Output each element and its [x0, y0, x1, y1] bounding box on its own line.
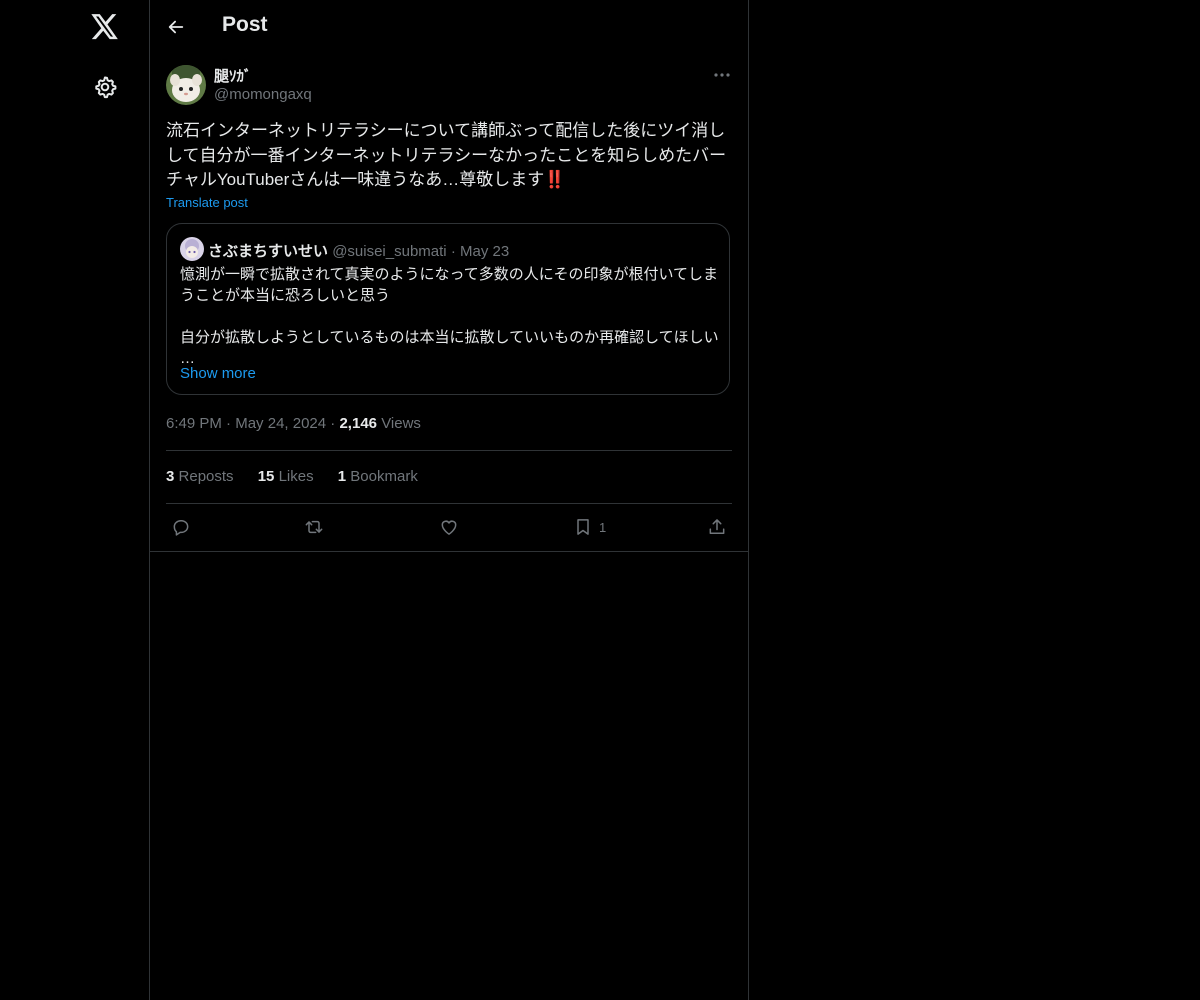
bookmark-count: 1 — [599, 519, 607, 535]
likes-label: Likes — [278, 468, 314, 485]
like-button[interactable] — [439, 516, 459, 538]
post-metadata: 6:49 PM · May 24, 2024 · 2,146 Views — [166, 415, 421, 432]
x-logo-icon[interactable] — [89, 11, 121, 43]
bookmarks-label: Bookmark — [350, 468, 418, 485]
share-icon — [709, 519, 725, 534]
author-avatar[interactable] — [166, 65, 206, 105]
quote-author-avatar — [180, 237, 204, 261]
quote-text: 憶測が一瞬で拡散されて真実のようになって多数の人にその印象が根付いてしまうことが… — [180, 266, 719, 367]
author-name[interactable]: 腿ｿｶﾞ — [214, 65, 252, 86]
likes-stat[interactable]: 15 Likes — [258, 468, 314, 485]
quote-author-handle: @suisei_submati — [332, 243, 447, 260]
engagement-stats: 3 Reposts 15 Likes 1 Bookmark — [166, 468, 438, 485]
post-date[interactable]: May 24, 2024 — [235, 415, 326, 432]
divider — [166, 503, 732, 504]
likes-count: 15 — [257, 468, 275, 485]
bookmarks-count: 1 — [337, 468, 347, 485]
post-text: 流石インターネットリテラシーについて講師ぶって配信した後にツイ消しして自分が一番… — [166, 119, 732, 193]
separator-dot: · — [226, 415, 236, 432]
repost-icon — [305, 520, 323, 534]
quote-author-name: さぶまちすいせい — [208, 243, 329, 260]
more-icon — [714, 73, 730, 77]
reposts-count: 3 — [166, 468, 175, 485]
repost-button[interactable] — [304, 516, 324, 538]
gear-icon[interactable] — [91, 73, 119, 101]
separator-dot: · — [450, 243, 456, 260]
main-column: Post 腿ｿｶﾞ @momongaxq 流石インターネットリテラシーについて講… — [150, 0, 749, 1000]
double-exclamation-emoji: ‼️ — [544, 170, 566, 189]
reposts-label: Reposts — [178, 468, 234, 485]
quoted-post[interactable]: さぶまちすいせい @suisei_submati · May 23 憶測が一瞬で… — [166, 223, 730, 395]
quote-header: さぶまちすいせい @suisei_submati · May 23 — [208, 240, 509, 261]
page-title: Post — [222, 13, 268, 36]
more-options-button[interactable] — [710, 66, 734, 84]
heart-icon — [441, 520, 457, 535]
author-handle[interactable]: @momongaxq — [214, 86, 312, 103]
divider — [150, 551, 748, 552]
bookmark-icon — [577, 519, 589, 535]
views-count: 2,146 — [339, 415, 378, 432]
header: Post — [150, 0, 748, 54]
bookmarks-stat[interactable]: 1 Bookmark — [338, 468, 418, 485]
reply-button[interactable] — [171, 516, 191, 538]
quote-date: May 23 — [459, 243, 510, 260]
show-more-link[interactable]: Show more — [180, 365, 256, 382]
back-button[interactable] — [164, 15, 188, 39]
translate-post-link[interactable]: Translate post — [166, 195, 248, 210]
reposts-stat[interactable]: 3 Reposts — [166, 468, 234, 485]
bookmark-button[interactable]: 1 — [573, 516, 606, 538]
reply-icon — [173, 520, 189, 536]
share-button[interactable] — [707, 516, 727, 538]
left-nav — [0, 0, 150, 1000]
divider — [166, 450, 732, 451]
post-time[interactable]: 6:49 PM — [166, 415, 222, 432]
views-label: Views — [381, 415, 421, 432]
post-body: 流石インターネットリテラシーについて講師ぶって配信した後にツイ消しして自分が一番… — [166, 121, 727, 189]
arrow-left-icon — [168, 20, 184, 34]
